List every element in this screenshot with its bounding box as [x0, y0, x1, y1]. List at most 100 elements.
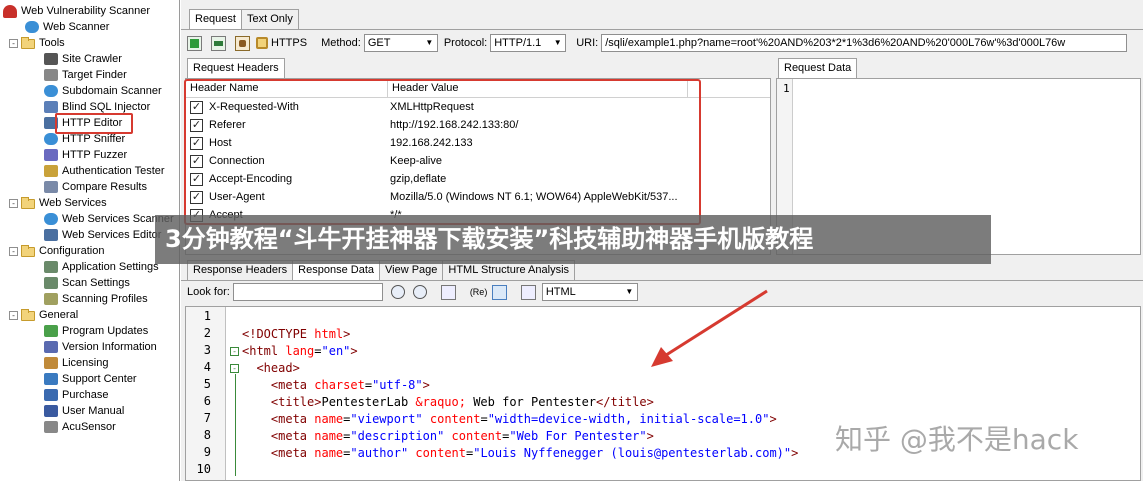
code-token: >: [769, 412, 777, 426]
tree-item-user-manual[interactable]: User Manual: [44, 403, 124, 419]
code-token: name: [314, 446, 344, 460]
code-token: >: [350, 344, 358, 358]
syntax-value: HTML: [545, 286, 576, 298]
tree-item-program-updates[interactable]: Program Updates: [44, 323, 148, 339]
regex-icon[interactable]: (Re): [470, 285, 488, 300]
line-number: 10: [196, 462, 211, 476]
tree-item-authentication-tester[interactable]: Authentication Tester: [44, 163, 165, 179]
code-token: <meta: [242, 446, 315, 460]
code-token: >: [422, 378, 430, 392]
code-token: <meta: [242, 378, 315, 392]
tree-item-configuration[interactable]: - Configuration: [9, 243, 104, 259]
folder-icon: [21, 245, 35, 257]
tree-root[interactable]: Web Vulnerability Scanner: [3, 3, 150, 19]
tree-item-scan-settings[interactable]: Scan Settings: [44, 275, 130, 291]
response-toolbar: Look for: (Re) HTML ▼: [187, 283, 638, 301]
https-lock-icon[interactable]: [256, 37, 268, 49]
add-header-button[interactable]: [187, 35, 202, 51]
tree-item-application-settings[interactable]: Application Settings: [44, 259, 159, 275]
protocol-select[interactable]: HTTP/1.1 ▼: [490, 34, 567, 52]
tree-item-purchase[interactable]: Purchase: [44, 387, 108, 403]
globe-icon: [44, 213, 58, 225]
tree-root-label: Web Vulnerability Scanner: [21, 5, 151, 17]
tree-item-http-fuzzer[interactable]: HTTP Fuzzer: [44, 147, 127, 163]
tree-item-general[interactable]: - General: [9, 307, 78, 323]
tree-collapse-icon[interactable]: -: [9, 246, 18, 256]
tree-item-compare-results[interactable]: Compare Results: [44, 179, 147, 195]
replace-icon[interactable]: [491, 284, 507, 300]
look-for-input[interactable]: [232, 283, 383, 301]
tab-request[interactable]: Request: [189, 9, 242, 29]
syntax-select[interactable]: HTML ▼: [541, 283, 638, 301]
tab-request-data[interactable]: Request Data: [778, 58, 858, 78]
fold-toggle-icon[interactable]: -: [230, 347, 239, 356]
uri-input[interactable]: /sqli/example1.php?name=root'%20AND%203*…: [601, 34, 1128, 52]
tree-item-label: Scan Settings: [62, 277, 130, 289]
tree-item-acusensor[interactable]: AcuSensor: [44, 419, 116, 435]
code-token: </title>: [596, 395, 654, 409]
tree-item-label: Scanning Profiles: [62, 293, 148, 305]
line-number: 1: [203, 309, 211, 323]
tree-item-label: Licensing: [62, 357, 109, 369]
code-token: charset: [314, 378, 365, 392]
tab-request-headers[interactable]: Request Headers: [187, 58, 285, 78]
tree-item-label: HTTP Fuzzer: [62, 149, 128, 161]
globe-icon: [25, 21, 39, 33]
folder-icon: [21, 309, 35, 321]
tree-collapse-icon[interactable]: -: [9, 198, 18, 208]
tree-item-support-center[interactable]: Support Center: [44, 371, 137, 387]
tree-collapse-icon[interactable]: -: [9, 310, 18, 320]
tree-item-subdomain-scanner[interactable]: Subdomain Scanner: [44, 83, 162, 99]
fold-guide: [235, 374, 236, 476]
tree-item-web-services[interactable]: - Web Services: [9, 195, 107, 211]
fold-toggle-icon[interactable]: -: [230, 364, 239, 373]
update-icon: [44, 325, 58, 337]
editor-icon: [44, 229, 58, 241]
tree-item-label: AcuSensor: [62, 421, 116, 433]
code-line: <!DOCTYPE html>: [242, 326, 350, 343]
tree-item-label: Target Finder: [62, 69, 127, 81]
tree-item-site-crawler[interactable]: Site Crawler: [44, 51, 122, 67]
tree-item-web-scanner[interactable]: Web Scanner: [25, 19, 109, 35]
tree-item-label: Authentication Tester: [62, 165, 165, 177]
minus-icon: [214, 40, 223, 46]
tab-text-only[interactable]: Text Only: [240, 9, 299, 29]
scanner-logo-icon: [3, 4, 17, 18]
http-editor-highlight: [55, 113, 133, 134]
edit-header-button[interactable]: [235, 35, 250, 51]
fuzzer-icon: [44, 149, 58, 161]
method-select[interactable]: GET ▼: [363, 34, 438, 52]
tree-item-label: Purchase: [62, 389, 109, 401]
request-headers-highlight: [184, 79, 701, 225]
request-toolbar: HTTPS Method: GET ▼ Protocol: HTTP/1.1 ▼…: [187, 33, 1128, 53]
tree-collapse-icon[interactable]: -: [9, 38, 18, 48]
remove-header-button[interactable]: [211, 35, 226, 51]
tree-item-version-information[interactable]: Version Information: [44, 339, 157, 355]
match-case-icon[interactable]: [440, 284, 456, 300]
find-previous-icon[interactable]: [412, 285, 427, 299]
tree-item-target-finder[interactable]: Target Finder: [44, 67, 127, 83]
https-label[interactable]: HTTPS: [271, 37, 307, 49]
tree-item-licensing[interactable]: Licensing: [44, 355, 108, 371]
tree-item-scanning-profiles[interactable]: Scanning Profiles: [44, 291, 148, 307]
code-token: =: [480, 412, 488, 426]
database-icon: [44, 101, 58, 113]
tree-item-tools[interactable]: - Tools: [9, 35, 65, 51]
navigation-tree: Web Vulnerability Scanner Web Scanner - To…: [0, 0, 180, 481]
tree-item-label: User Manual: [62, 405, 125, 417]
find-next-icon[interactable]: [390, 285, 405, 299]
tree-item-label: Compare Results: [62, 181, 147, 193]
line-number: 7: [203, 411, 211, 425]
line-number: 5: [203, 377, 211, 391]
sensor-icon: [44, 421, 58, 433]
magnifier-icon: [44, 69, 58, 81]
code-token: <!DOCTYPE: [242, 327, 315, 341]
tree-item-label: Version Information: [62, 341, 157, 353]
protocol-value: HTTP/1.1: [494, 37, 542, 49]
tree-item-web-services-editor[interactable]: Web Services Editor: [44, 227, 161, 243]
wrap-icon[interactable]: [520, 284, 536, 300]
line-number: 6: [203, 394, 211, 408]
method-value: GET: [367, 37, 391, 49]
